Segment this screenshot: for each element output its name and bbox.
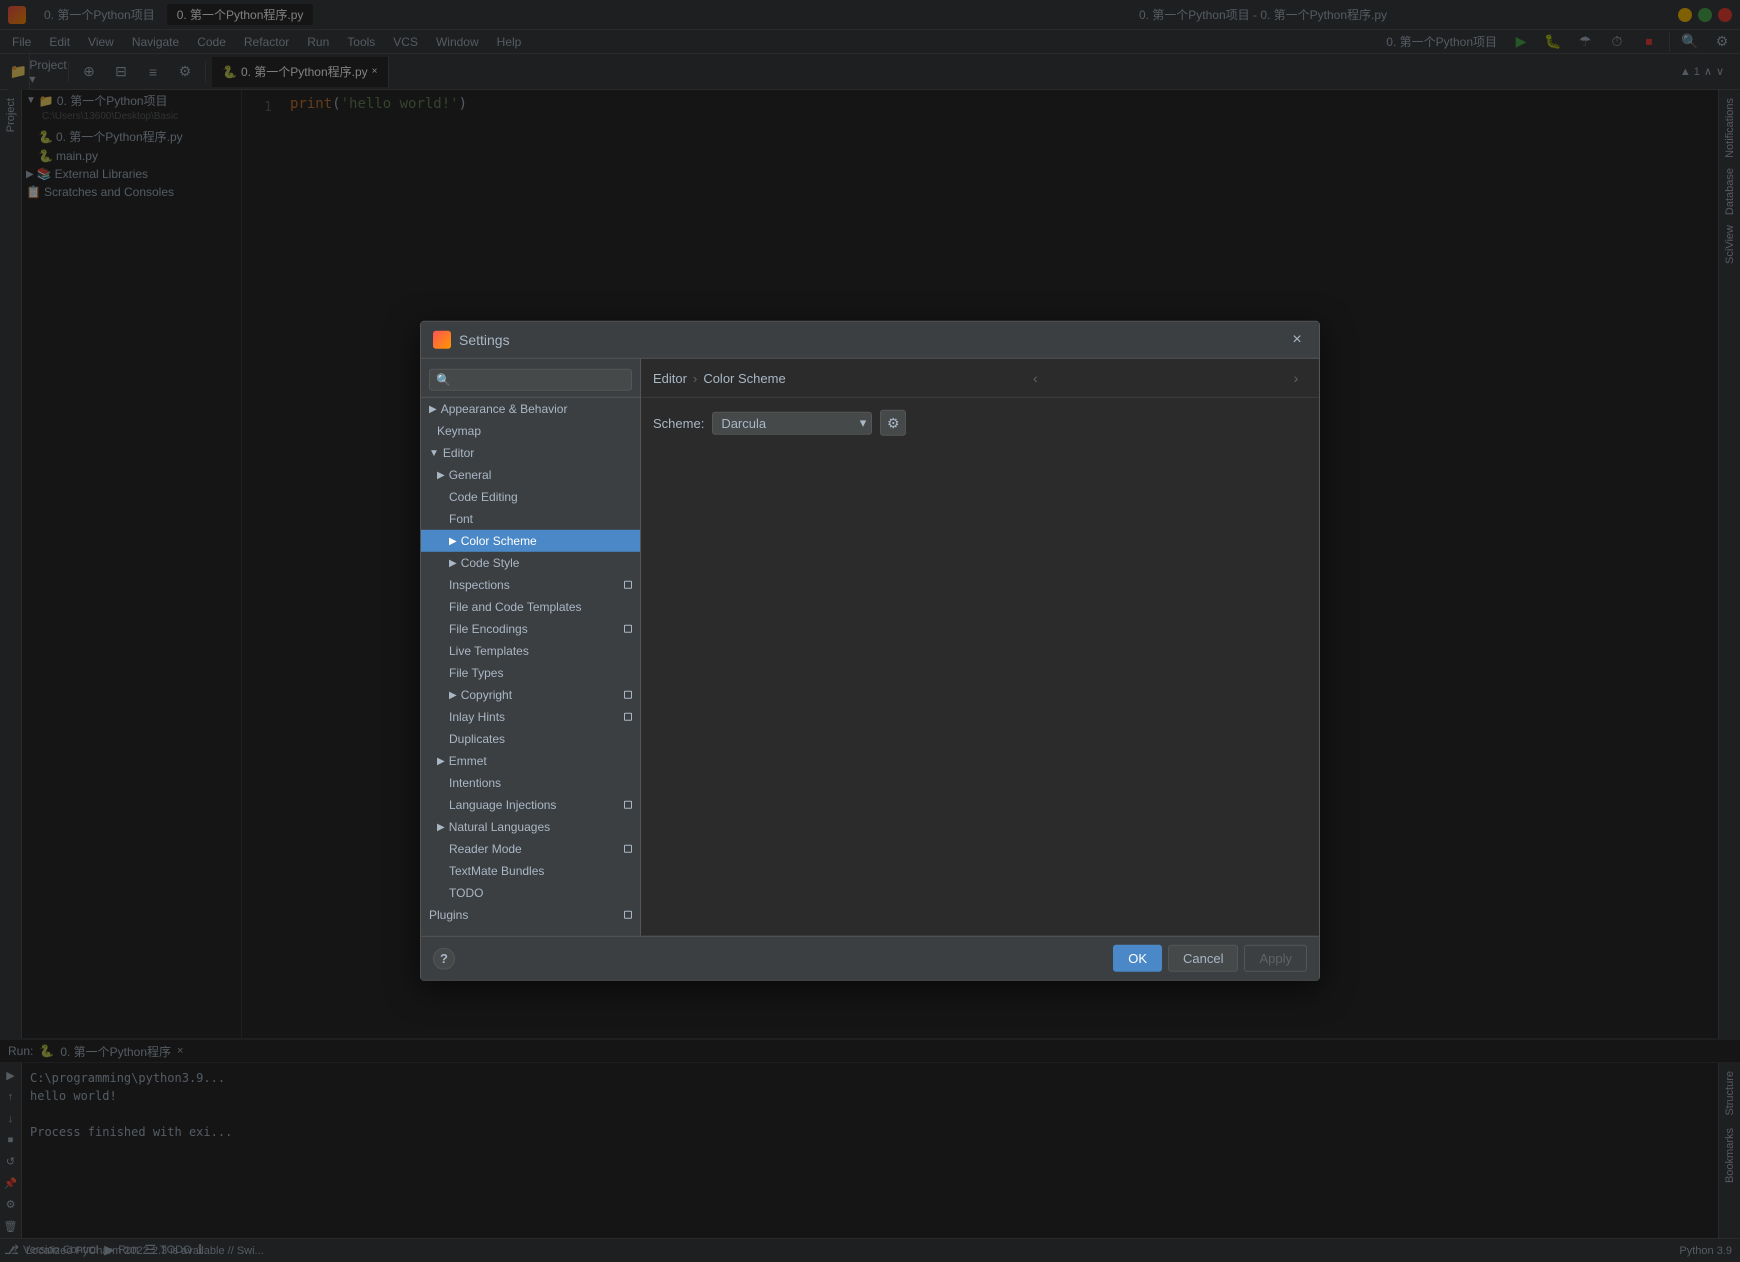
lang-injections-indicator <box>624 801 632 809</box>
ok-button[interactable]: OK <box>1113 945 1162 972</box>
nav-emmet[interactable]: ▶ Emmet <box>421 750 640 772</box>
nav-font-label: Font <box>449 512 632 526</box>
dialog-title: Settings <box>459 332 1287 348</box>
nav-code-editing-label: Code Editing <box>449 490 632 504</box>
nav-file-code-templates-label: File and Code Templates <box>449 600 632 614</box>
settings-nav: ▶ Appearance & Behavior Keymap ▼ Editor … <box>421 359 641 936</box>
plugins-indicator <box>624 911 632 919</box>
nav-live-templates[interactable]: Live Templates <box>421 640 640 662</box>
nav-intentions-label: Intentions <box>449 776 632 790</box>
nav-todo-label: TODO <box>449 886 632 900</box>
scheme-gear-button[interactable]: ⚙ <box>880 410 906 436</box>
nav-keymap[interactable]: Keymap <box>421 420 640 442</box>
nav-editor[interactable]: ▼ Editor <box>421 442 640 464</box>
nav-inspections-label: Inspections <box>449 578 620 592</box>
nav-color-scheme[interactable]: ▶ Color Scheme <box>421 530 640 552</box>
scheme-row: Scheme: Darcula IntelliJ Light High Cont… <box>653 410 1307 436</box>
reader-mode-indicator <box>624 845 632 853</box>
nav-appearance[interactable]: ▶ Appearance & Behavior <box>421 398 640 420</box>
nav-plugins[interactable]: Plugins <box>421 904 640 926</box>
footer-left: ? <box>433 947 455 969</box>
dialog-footer: ? OK Cancel Apply <box>421 936 1319 980</box>
nav-copyright-label: Copyright <box>461 688 620 702</box>
nav-file-encodings-label: File Encodings <box>449 622 620 636</box>
nav-color-scheme-label: Color Scheme <box>461 534 632 548</box>
nav-language-injections[interactable]: Language Injections <box>421 794 640 816</box>
nav-general[interactable]: ▶ General <box>421 464 640 486</box>
breadcrumb-separator: › <box>693 370 697 385</box>
nav-textmate-bundles[interactable]: TextMate Bundles <box>421 860 640 882</box>
help-button[interactable]: ? <box>433 947 455 969</box>
emmet-arrow: ▶ <box>437 755 445 766</box>
dialog-close-button[interactable]: × <box>1287 330 1307 350</box>
nav-emmet-label: Emmet <box>449 754 632 768</box>
nav-inspections[interactable]: Inspections <box>421 574 640 596</box>
code-style-arrow: ▶ <box>449 557 457 568</box>
nav-language-injections-label: Language Injections <box>449 798 620 812</box>
nav-file-types-label: File Types <box>449 666 632 680</box>
color-scheme-arrow: ▶ <box>449 535 457 546</box>
copyright-arrow: ▶ <box>449 689 457 700</box>
nav-duplicates-label: Duplicates <box>449 732 632 746</box>
breadcrumb-parent[interactable]: Editor <box>653 370 687 385</box>
settings-content: Editor › Color Scheme ‹ › Scheme: Darcul… <box>641 359 1319 936</box>
nav-general-label: General <box>449 468 632 482</box>
editor-arrow: ▼ <box>429 447 439 458</box>
cancel-button[interactable]: Cancel <box>1168 945 1238 972</box>
modal-overlay: Settings × ▶ Appearance & Behavior <box>0 0 1740 1262</box>
settings-dialog: Settings × ▶ Appearance & Behavior <box>420 321 1320 981</box>
scheme-select-wrapper: Darcula IntelliJ Light High Contrast <box>712 411 872 434</box>
nav-code-style-label: Code Style <box>461 556 632 570</box>
nav-natural-languages[interactable]: ▶ Natural Languages <box>421 816 640 838</box>
dialog-logo <box>433 331 451 349</box>
breadcrumb-current: Color Scheme <box>703 370 785 385</box>
inspections-indicator <box>624 581 632 589</box>
nav-inlay-hints-label: Inlay Hints <box>449 710 620 724</box>
breadcrumb-back-button[interactable]: ‹ <box>1024 367 1046 389</box>
nav-reader-mode-label: Reader Mode <box>449 842 620 856</box>
scheme-label: Scheme: <box>653 415 704 430</box>
scheme-select[interactable]: Darcula IntelliJ Light High Contrast <box>712 411 872 434</box>
nav-plugins-label: Plugins <box>429 908 620 922</box>
nav-textmate-bundles-label: TextMate Bundles <box>449 864 632 878</box>
nav-file-code-templates[interactable]: File and Code Templates <box>421 596 640 618</box>
settings-search <box>421 363 640 398</box>
dialog-body: ▶ Appearance & Behavior Keymap ▼ Editor … <box>421 359 1319 936</box>
inlay-hints-indicator <box>624 713 632 721</box>
breadcrumb-forward-button[interactable]: › <box>1285 367 1307 389</box>
nav-font[interactable]: Font <box>421 508 640 530</box>
nav-natural-languages-label: Natural Languages <box>449 820 632 834</box>
appearance-arrow: ▶ <box>429 403 437 414</box>
nav-keymap-label: Keymap <box>437 424 632 438</box>
content-main: Scheme: Darcula IntelliJ Light High Cont… <box>641 398 1319 936</box>
nav-file-encodings[interactable]: File Encodings <box>421 618 640 640</box>
file-encodings-indicator <box>624 625 632 633</box>
nav-live-templates-label: Live Templates <box>449 644 632 658</box>
settings-search-input[interactable] <box>429 369 632 391</box>
nav-file-types[interactable]: File Types <box>421 662 640 684</box>
nav-code-style[interactable]: ▶ Code Style <box>421 552 640 574</box>
nav-todo[interactable]: TODO <box>421 882 640 904</box>
nav-inlay-hints[interactable]: Inlay Hints <box>421 706 640 728</box>
general-arrow: ▶ <box>437 469 445 480</box>
nav-duplicates[interactable]: Duplicates <box>421 728 640 750</box>
copyright-indicator <box>624 691 632 699</box>
nav-appearance-label: Appearance & Behavior <box>441 402 632 416</box>
natural-lang-arrow: ▶ <box>437 821 445 832</box>
apply-button[interactable]: Apply <box>1244 945 1307 972</box>
dialog-title-bar: Settings × <box>421 322 1319 359</box>
breadcrumb: Editor › Color Scheme ‹ › <box>641 359 1319 398</box>
nav-code-editing[interactable]: Code Editing <box>421 486 640 508</box>
nav-editor-label: Editor <box>443 446 632 460</box>
nav-intentions[interactable]: Intentions <box>421 772 640 794</box>
nav-copyright[interactable]: ▶ Copyright <box>421 684 640 706</box>
nav-reader-mode[interactable]: Reader Mode <box>421 838 640 860</box>
